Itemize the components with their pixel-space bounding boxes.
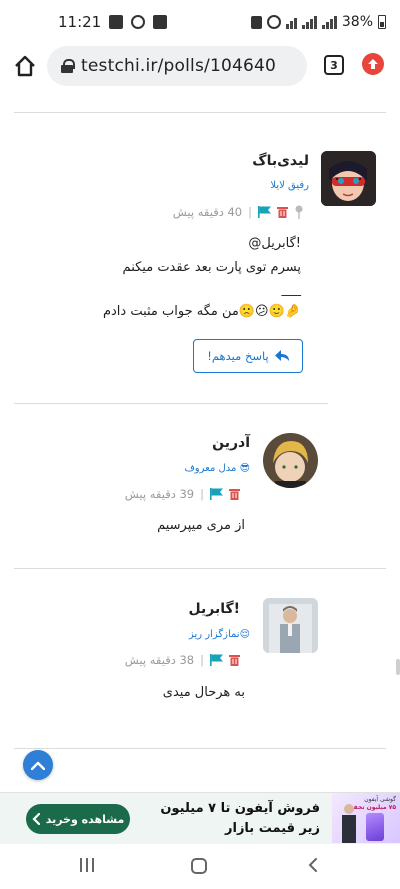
comment-text-line: به هرحال میدی — [162, 685, 245, 700]
comment-author-role: رفیق لایلا — [270, 180, 309, 191]
comment-text-line: از مری میپرسیم — [157, 518, 245, 533]
comment-author-role: مدل معروف 😎 — [184, 463, 250, 474]
comment-author-role: نمازگزار ریز😌 — [188, 629, 250, 640]
avatar[interactable] — [321, 151, 376, 206]
status-bar: 11:21 38% — [0, 0, 400, 44]
comment-author[interactable]: آدرین — [212, 435, 250, 451]
back-nav-button[interactable] — [306, 858, 320, 872]
flag-icon[interactable] — [210, 488, 223, 500]
separator: | — [200, 653, 204, 667]
status-time: 11:21 — [58, 13, 102, 31]
ad-cta-button[interactable]: مشاهده وخرید — [26, 804, 130, 834]
comment-time: 39 دقیقه پیش — [124, 487, 195, 501]
home-nav-button[interactable] — [191, 858, 207, 874]
scrollbar-thumb[interactable] — [396, 659, 400, 675]
wifi-icon — [285, 16, 297, 29]
reply-button-label: پاسخ میدهم! — [207, 349, 269, 363]
url-text: testchi.ir/polls/104640 — [81, 56, 277, 76]
phone-icon — [366, 813, 384, 841]
signal-icon — [301, 15, 317, 29]
chevron-up-icon — [31, 761, 45, 770]
separator: | — [200, 487, 204, 501]
comment-meta: | 38 دقیقه پیش — [125, 653, 240, 667]
separator: | — [248, 205, 252, 219]
flag-icon[interactable] — [210, 654, 223, 666]
flag-icon[interactable] — [258, 206, 271, 218]
camera-notification-icon — [131, 15, 146, 29]
comment-text-line: @گابریل! — [248, 236, 301, 251]
browser-toolbar: testchi.ir/polls/104640 3 — [0, 44, 400, 90]
android-nav-bar — [0, 844, 400, 889]
ad-cta-label: مشاهده وخرید — [45, 812, 125, 826]
tab-switcher-button[interactable]: 3 — [324, 55, 344, 75]
ad-title: فروش آیفون تا ۷ میلیون زیر قیمت بازار — [160, 801, 320, 836]
lock-icon — [61, 59, 75, 73]
lock-status-icon — [250, 15, 262, 29]
person-icon — [342, 804, 356, 843]
update-icon[interactable] — [362, 53, 384, 75]
ad-image[interactable]: گوشی آیفون ۷۵ میلیون تخفیف — [332, 793, 400, 843]
trash-icon[interactable] — [277, 206, 288, 218]
signal-2-icon — [321, 15, 337, 29]
comment-meta: | 39 دقیقه پیش — [125, 487, 240, 501]
divider — [14, 112, 386, 113]
comment-time: 38 دقیقه پیش — [124, 653, 195, 667]
trash-icon[interactable] — [229, 488, 240, 500]
trash-icon[interactable] — [229, 654, 240, 666]
comment-text-line: من مگه جواب مثبت دادم🙁😕🙂🤌 — [102, 304, 301, 319]
comment-text-line: ___ — [281, 282, 302, 297]
alarm-icon — [266, 15, 281, 29]
comment-author[interactable]: لیدی‌باگ — [252, 153, 309, 169]
battery-percent: 38% — [341, 14, 373, 30]
ad-banner[interactable]: مشاهده وخرید فروش آیفون تا ۷ میلیون زیر … — [0, 792, 400, 844]
comment-author[interactable]: گابریل! — [188, 601, 240, 617]
avatar[interactable] — [263, 433, 318, 488]
reply-button[interactable]: پاسخ میدهم! — [193, 339, 303, 373]
address-bar[interactable]: testchi.ir/polls/104640 — [47, 46, 307, 86]
gallery-notification-icon — [153, 15, 168, 29]
battery-icon — [378, 15, 386, 29]
pin-icon[interactable] — [294, 205, 304, 219]
reply-icon — [274, 350, 289, 361]
ad-image-caption: گوشی آیفون — [364, 796, 396, 803]
recents-button[interactable] — [80, 858, 94, 872]
home-icon[interactable] — [12, 53, 38, 79]
comment-meta: | 40 دقیقه پیش — [173, 205, 304, 219]
chevron-left-icon — [32, 813, 40, 825]
notification-icon — [109, 15, 124, 29]
divider — [14, 748, 386, 749]
divider — [14, 403, 328, 404]
scroll-to-top-button[interactable] — [23, 750, 53, 780]
comment-time: 40 دقیقه پیش — [172, 205, 243, 219]
avatar[interactable] — [263, 598, 318, 653]
divider — [14, 568, 386, 569]
comment-text-line: پسرم توی پارت بعد عقدت میکنم — [122, 260, 301, 275]
